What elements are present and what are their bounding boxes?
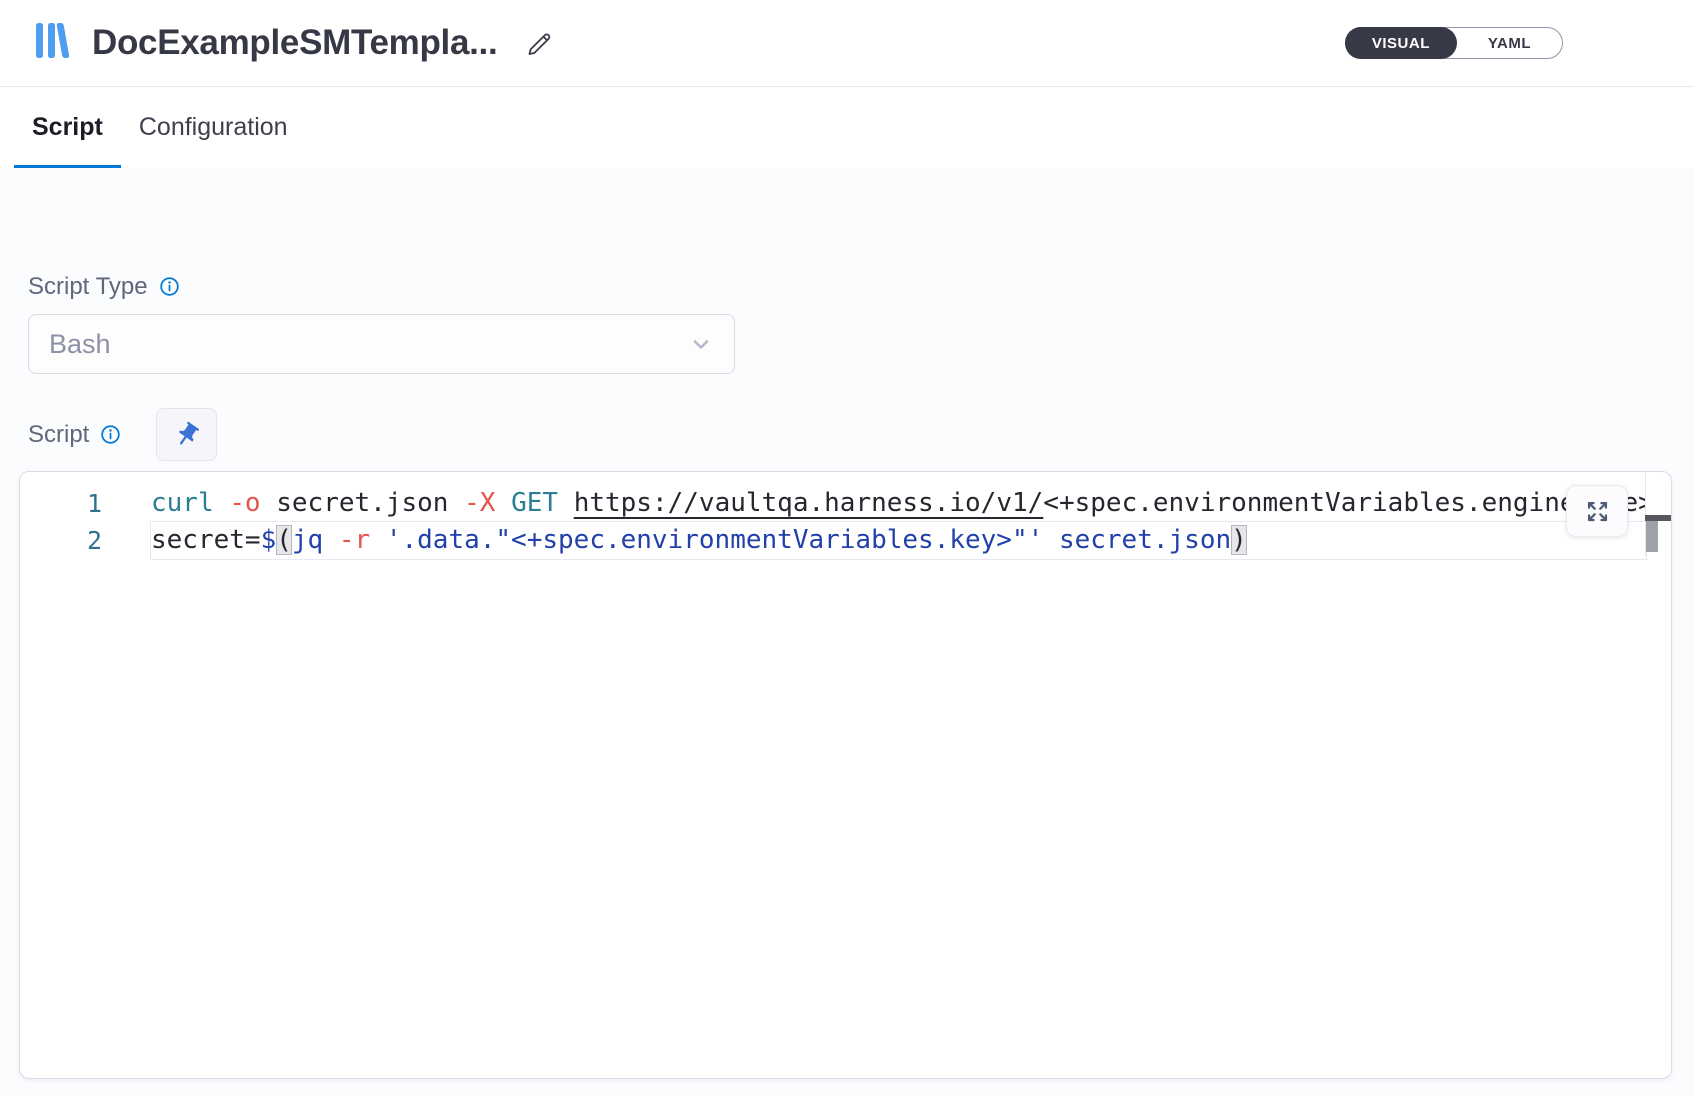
info-icon[interactable] [159, 276, 180, 297]
script-type-label-row: Script Type [28, 272, 1694, 301]
tab-script[interactable]: Script [14, 87, 121, 168]
expand-icon [1584, 498, 1611, 525]
pushpin-icon [173, 421, 201, 449]
pin-script-button[interactable] [156, 408, 217, 461]
code-line-content[interactable]: secret=$(jq -r '.data."<+spec.environmen… [151, 522, 1646, 559]
chevron-down-icon [688, 331, 714, 357]
pencil-icon [525, 28, 555, 58]
page-title: DocExampleSMTempla... [92, 23, 497, 63]
scrollbar-thumb[interactable] [1646, 521, 1658, 552]
script-type-select[interactable]: Bash [28, 314, 735, 374]
script-type-value: Bash [49, 329, 111, 360]
code-line-content[interactable]: curl -o secret.json -X GET https://vault… [151, 485, 1646, 522]
visual-yaml-toggle: VISUAL YAML [1345, 27, 1563, 59]
code-line[interactable]: 2 secret=$(jq -r '.data."<+spec.environme… [20, 522, 1671, 559]
script-code-editor[interactable]: 1 curl -o secret.json -X GET https://vaul… [19, 471, 1672, 1079]
script-type-label: Script Type [28, 273, 148, 301]
tab-bar: Script Configuration [0, 87, 1694, 168]
edit-title-button[interactable] [525, 28, 555, 58]
line-number: 2 [20, 526, 102, 555]
info-icon[interactable] [100, 424, 121, 445]
tab-configuration[interactable]: Configuration [121, 87, 306, 168]
script-label: Script [28, 421, 89, 449]
script-label-row: Script [28, 408, 1694, 461]
header: DocExampleSMTempla... VISUAL YAML [0, 0, 1694, 87]
toggle-visual[interactable]: VISUAL [1345, 27, 1457, 59]
code-line[interactable]: 1 curl -o secret.json -X GET https://vaul… [20, 485, 1671, 522]
template-library-icon [32, 21, 76, 66]
toggle-yaml[interactable]: YAML [1457, 28, 1562, 58]
expand-editor-button[interactable] [1566, 485, 1628, 537]
main-content: Script Type Bash Script [0, 272, 1694, 1079]
line-number: 1 [20, 489, 102, 518]
code-lines: 1 curl -o secret.json -X GET https://vaul… [20, 485, 1671, 559]
